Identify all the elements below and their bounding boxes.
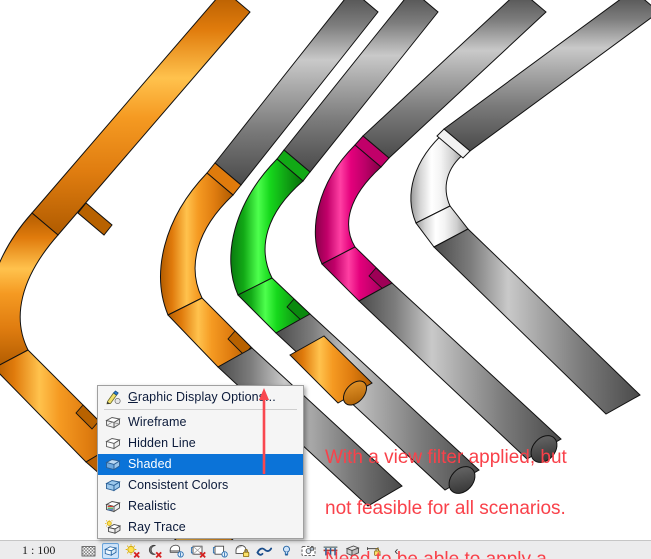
menu-item-ray-trace[interactable]: Ray Trace (98, 517, 303, 538)
rendering-dialog-icon[interactable] (168, 543, 185, 559)
menu-item-label: Consistent Colors (128, 478, 229, 492)
annotation-line-3: Need to be able to apply a (325, 548, 547, 559)
menu-item-label: Ray Trace (128, 520, 186, 534)
hidden-line-box-icon (105, 438, 121, 450)
annotation-line-2: not feasible for all scenarios. (325, 497, 566, 519)
view-scale-label[interactable]: 1 : 100 (22, 543, 55, 558)
lock-3d-view-icon[interactable] (234, 543, 251, 559)
menu-item-label: Realistic (128, 499, 177, 513)
menu-item-graphic-display-options[interactable]: Graphic Display Options... (98, 386, 303, 408)
realistic-box-icon (105, 501, 121, 513)
consistent-colors-box-icon (105, 480, 121, 492)
menu-item-label: Shaded (128, 457, 172, 471)
temporary-view-properties-icon[interactable] (300, 543, 317, 559)
sun-path-off-icon[interactable] (124, 543, 141, 559)
menu-separator (104, 409, 297, 410)
wireframe-box-icon (105, 417, 121, 429)
pencil-palette-icon (106, 389, 121, 404)
temporary-hide-isolate-icon[interactable] (256, 543, 273, 559)
menu-item-label: Hidden Line (128, 436, 196, 450)
reveal-hidden-elements-icon[interactable] (278, 543, 295, 559)
menu-item-realistic[interactable]: Realistic (98, 496, 303, 517)
visual-style-box-icon[interactable] (102, 542, 120, 559)
annotation-text: With a view filter applied, but not feas… (325, 419, 645, 559)
menu-item-wireframe[interactable]: Wireframe (98, 412, 303, 433)
crop-region-icon[interactable] (80, 543, 97, 559)
shadows-off-icon[interactable] (146, 543, 163, 559)
annotation-line-1: With a view filter applied, but (325, 446, 567, 468)
menu-item-label: Wireframe (128, 415, 187, 429)
crop-view-off-icon[interactable] (190, 543, 207, 559)
menu-item-label-rest: raphic Display Options... (137, 389, 276, 404)
show-crop-region-icon[interactable] (212, 543, 229, 559)
menu-item-hidden-line[interactable]: Hidden Line (98, 433, 303, 454)
application-window: Graphic Display Options... Wireframe Hid… (0, 0, 651, 559)
graphic-display-context-menu[interactable]: Graphic Display Options... Wireframe Hid… (97, 385, 304, 539)
menu-item-consistent-colors[interactable]: Consistent Colors (98, 475, 303, 496)
menu-item-shaded[interactable]: Shaded (98, 454, 303, 475)
ray-trace-box-icon (105, 520, 121, 534)
menu-item-label: Graphic Display Options... (128, 389, 276, 404)
shaded-box-icon (105, 459, 121, 471)
